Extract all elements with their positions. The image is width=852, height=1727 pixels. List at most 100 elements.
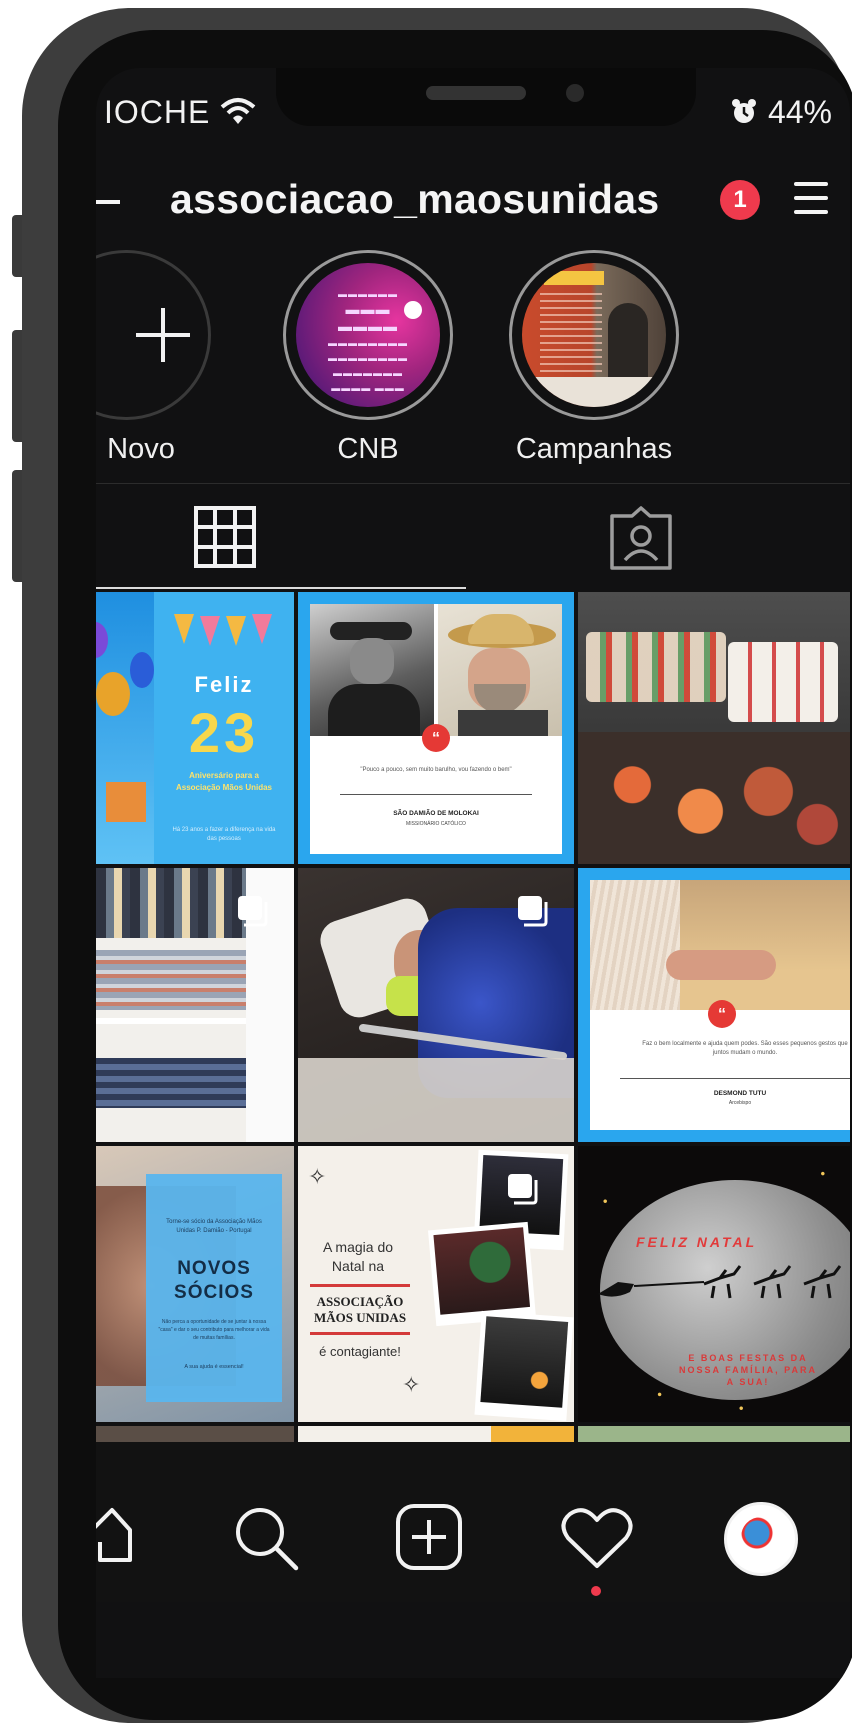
members-body: Não perca a oportunidade de se juntar à … (158, 1319, 270, 1341)
activity-dot (591, 1586, 601, 1596)
post-food-donations[interactable] (578, 592, 850, 864)
magic-text: A magia do Natal na (298, 1238, 418, 1276)
members-footer: A sua ajuda é essencial! (184, 1364, 244, 1370)
post-tutu-quote[interactable]: “ Faz o bem localmente e ajuda quem pode… (578, 868, 850, 1142)
bunting-icon (174, 614, 272, 646)
avatar-logo-icon (741, 1517, 781, 1557)
carousel-icon (508, 1174, 538, 1205)
battery-indicator: 44% (730, 94, 832, 131)
highlight-label: Campanhas (515, 433, 673, 465)
org-line-1: ASSOCIAÇÃO (316, 1294, 404, 1309)
activity-heart-icon[interactable] (560, 1506, 634, 1572)
red-rule (310, 1284, 410, 1287)
post-child-bed[interactable] (298, 868, 574, 1142)
members-headline-1: NOVOS (177, 1258, 251, 1279)
back-arrow-icon[interactable] (96, 200, 120, 204)
photo-polaroid (474, 1310, 574, 1422)
highlight-label: Novo (107, 433, 175, 465)
quote-card: “ "Pouco a pouco, sem muito barulho, vou… (310, 604, 562, 854)
tab-tagged[interactable] (466, 484, 850, 592)
highlight-label: CNB (337, 433, 399, 465)
greeting-line-1: E BOAS FESTAS DA (688, 1353, 808, 1363)
grid-icon (194, 506, 256, 568)
highlight-cnb-cover: ▬▬▬▬▬▬ ▬▬▬ ▬▬▬▬ ▬▬▬▬▬▬▬▬ ▬▬▬▬▬▬▬▬ ▬▬▬▬▬▬▬ ▬▬▬… (296, 263, 440, 407)
highlight-campanhas-cover (522, 263, 666, 407)
speaker-grille (426, 86, 526, 100)
phone-frame: IOCHE 44% associacao_maosunidas 1 Novo ▬… (22, 8, 852, 1723)
christmas-title: FELIZ NATAL (636, 1234, 758, 1250)
folded-stack-2 (96, 1058, 246, 1108)
members-intro: Torne-se sócio da Associação Mãos Unidas… (166, 1219, 262, 1234)
vegetable-bags (578, 732, 850, 864)
red-rule (310, 1332, 410, 1335)
hamburger-menu-icon[interactable] (786, 172, 836, 232)
anniversary-card: Feliz 23 Aniversário para a Associação M… (154, 592, 294, 864)
post-clothes-closet[interactable] (96, 868, 294, 1142)
quote-text: "Pouco a pouco, sem muito barulho, vou f… (360, 767, 512, 773)
org-name: ASSOCIAÇÃO MÃOS UNIDAS (298, 1294, 422, 1326)
plus-icon (136, 308, 190, 362)
profile-username[interactable]: associacao_maosunidas (170, 176, 659, 223)
anniversary-number: 23 (188, 701, 260, 764)
status-bar: IOCHE 44% (96, 68, 850, 148)
quote-mark-icon: “ (422, 724, 450, 752)
anniversary-caption: Aniversário para a Associação Mãos Unida… (175, 771, 273, 792)
tagged-icon (610, 506, 672, 570)
anniversary-title: Feliz (194, 672, 254, 697)
quote-divider (340, 794, 532, 795)
profile-header: associacao_maosunidas 1 (96, 158, 850, 248)
post-christmas-magic[interactable]: ✧ A magia do Natal na ASSOCIAÇÃO MÃOS UN… (298, 1146, 574, 1422)
carousel-icon (518, 896, 548, 927)
alarm-icon (731, 99, 756, 123)
hanging-clothes (96, 868, 246, 938)
post-molokai-quote[interactable]: “ "Pouco a pouco, sem muito barulho, vou… (298, 592, 574, 864)
christmas-greeting: E BOAS FESTAS DA NOSSA FAMÍLIA, PARA A S… (628, 1352, 850, 1388)
wifi-icon (220, 98, 256, 124)
sparkle-icon: ✧ (308, 1164, 327, 1189)
post-partial-3[interactable] (578, 1426, 850, 1442)
quote-author: DESMOND TUTU (713, 1090, 767, 1097)
tab-grid[interactable] (96, 484, 466, 592)
bed-frame (298, 1058, 574, 1142)
new-post-icon[interactable] (394, 1502, 466, 1574)
home-icon[interactable] (96, 1504, 134, 1564)
notification-badge[interactable]: 1 (720, 180, 760, 220)
greeting-line-2: NOSSA FAMÍLIA, PARA (678, 1365, 817, 1375)
magic-line-1: A magia do (322, 1239, 394, 1255)
quote-author-role: MISSIONÁRIO CATÓLICO (406, 821, 466, 827)
carrier-label: IOCHE (104, 94, 256, 131)
post-new-members[interactable]: Torne-se sócio da Associação Mãos Unidas… (96, 1146, 294, 1422)
bottom-navigation (96, 1442, 850, 1602)
front-camera (566, 84, 584, 102)
anniversary-footer: Há 23 anos a fazer a diferença na vida d… (172, 827, 276, 842)
story-highlights: Novo ▬▬▬▬▬▬ ▬▬▬ ▬▬▬▬ ▬▬▬▬▬▬▬▬ ▬▬▬▬▬▬▬▬ ▬▬▬▬▬… (96, 248, 850, 465)
quote-author-role: Arcebispo (728, 1100, 752, 1106)
shelf-board (96, 1018, 246, 1024)
balloons-panel (96, 592, 154, 864)
clasped-hands (666, 950, 776, 980)
quote-mark-icon: “ (708, 1000, 736, 1028)
magic-line-3: é contagiante! (319, 1344, 401, 1359)
post-merry-christmas[interactable]: FELIZ NATAL E BOAS FESTAS DA NOSSA FAMÍL… (578, 1146, 850, 1422)
priest-photo (438, 604, 562, 736)
food-packages (586, 632, 726, 702)
post-partial-2[interactable] (298, 1426, 574, 1442)
post-partial-1[interactable] (96, 1426, 294, 1442)
hands-photo (590, 880, 850, 1010)
quote-author: SÃO DAMIÃO DE MOLOKAI (393, 810, 479, 817)
milk-cartons (728, 642, 838, 722)
quote-text: Faz o bem localmente e ajuda quem podes.… (642, 1041, 848, 1056)
profile-tabs (96, 484, 850, 592)
active-tab-indicator (96, 587, 466, 589)
camera-notch (276, 68, 696, 126)
phone-bezel: IOCHE 44% associacao_maosunidas 1 Novo ▬… (58, 30, 852, 1720)
folded-stack-1 (96, 950, 246, 1010)
magic-line-2: Natal na (331, 1258, 385, 1274)
santa-sleigh-icon (598, 1265, 842, 1299)
sparkle-icon: ✧ (402, 1372, 421, 1397)
search-icon[interactable] (230, 1502, 302, 1574)
post-anniversary[interactable]: Feliz 23 Aniversário para a Associação M… (96, 592, 294, 864)
phone-screen: IOCHE 44% associacao_maosunidas 1 Novo ▬… (96, 68, 850, 1678)
profile-avatar[interactable] (724, 1502, 798, 1576)
sleeve (590, 880, 680, 1010)
